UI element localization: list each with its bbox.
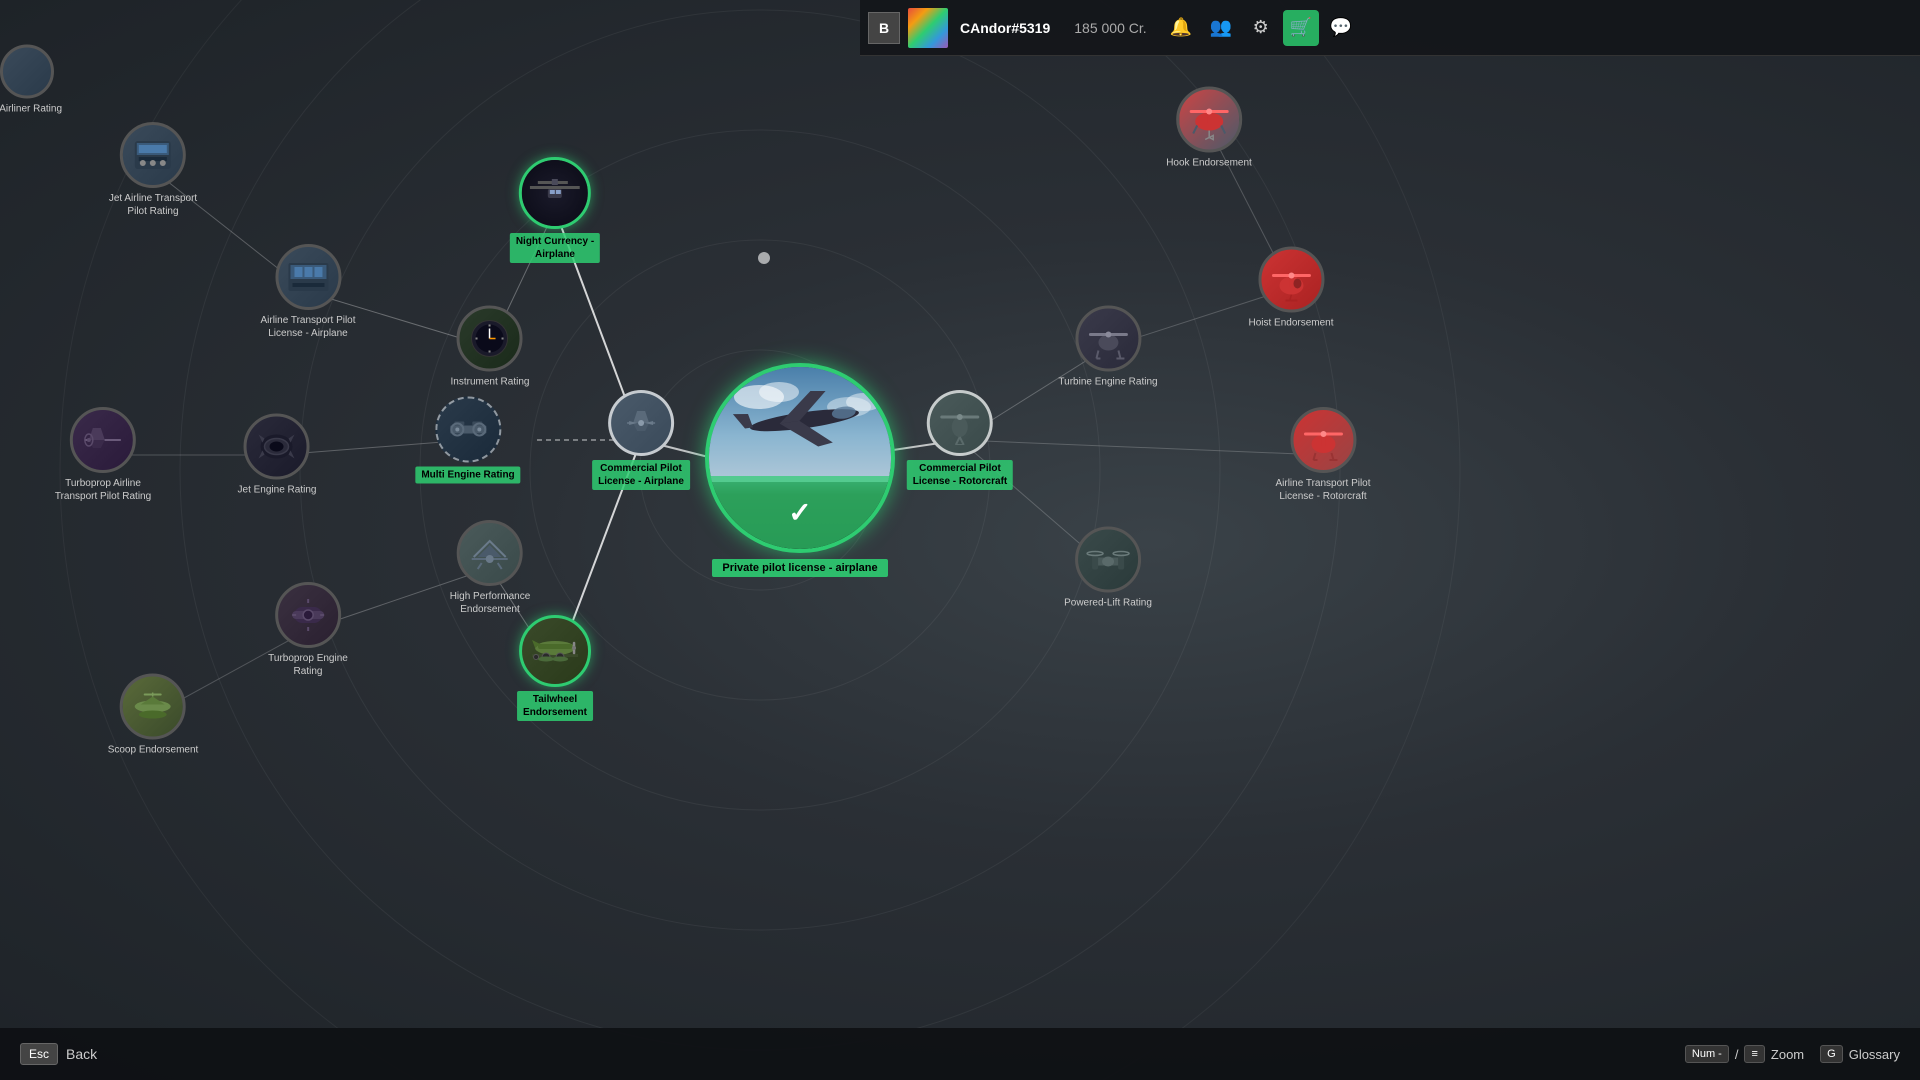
glossary-label: Glossary — [1849, 1047, 1900, 1062]
jet-engine-label: Jet Engine Rating — [238, 484, 317, 497]
commercial-rotorcraft-label: Commercial PilotLicense - Rotorcraft — [907, 460, 1013, 490]
node-multi-engine[interactable]: Multi Engine Rating — [415, 397, 520, 484]
node-turboprop-airline[interactable]: Turboprop AirlineTransport Pilot Rating — [55, 407, 151, 503]
tailwheel-label: TailwheelEndorsement — [517, 691, 593, 721]
zoom-control: Num - / ≡ Zoom — [1685, 1045, 1804, 1063]
powered-lift-label: Powered-Lift Rating — [1064, 597, 1152, 610]
high-performance-label: High PerformanceEndorsement — [450, 590, 531, 616]
bottom-controls: Num - / ≡ Zoom G Glossary — [1685, 1045, 1900, 1063]
node-high-performance[interactable]: High PerformanceEndorsement — [450, 520, 531, 616]
multi-engine-label: Multi Engine Rating — [415, 467, 520, 484]
back-label: Back — [66, 1046, 97, 1062]
hoist-label: Hoist Endorsement — [1248, 317, 1333, 330]
night-currency-label: Night Currency -Airplane — [510, 233, 600, 263]
jet-airline-label: Jet Airline TransportPilot Rating — [109, 192, 197, 218]
instrument-rating-label: Instrument Rating — [451, 376, 530, 389]
airline-rotorcraft-label: Airline Transport PilotLicense - Rotorcr… — [1275, 477, 1370, 503]
node-edge-airliner[interactable]: y Airliner Rating — [0, 45, 62, 116]
shop-button[interactable]: 🛒 — [1283, 10, 1319, 46]
back-button[interactable]: Esc Back — [20, 1043, 97, 1065]
zoom-key2[interactable]: ≡ — [1744, 1045, 1764, 1063]
node-instrument-rating[interactable]: Instrument Rating — [451, 306, 530, 389]
node-scoop[interactable]: Scoop Endorsement — [108, 674, 199, 757]
node-commercial-rotorcraft[interactable]: Commercial PilotLicense - Rotorcraft — [907, 390, 1013, 490]
zoom-sep: / — [1735, 1047, 1739, 1062]
node-hook[interactable]: Hook Endorsement — [1166, 87, 1252, 170]
node-tailwheel[interactable]: TailwheelEndorsement — [517, 615, 593, 721]
edge-airliner-label: y Airliner Rating — [0, 103, 62, 116]
commercial-airplane-label: Commercial PilotLicense - Airplane — [592, 460, 690, 490]
node-commercial-airplane[interactable]: Commercial PilotLicense - Airplane — [592, 390, 690, 490]
node-night-currency[interactable]: Night Currency -Airplane — [510, 157, 600, 263]
node-airline-transport[interactable]: Airline Transport PilotLicense - Airplan… — [260, 244, 355, 340]
turboprop-airline-label: Turboprop AirlineTransport Pilot Rating — [55, 477, 151, 503]
notification-button[interactable]: 🔔 — [1163, 10, 1199, 46]
hook-label: Hook Endorsement — [1166, 157, 1252, 170]
airline-transport-label: Airline Transport PilotLicense - Airplan… — [260, 314, 355, 340]
node-jet-engine[interactable]: Jet Engine Rating — [238, 414, 317, 497]
zoom-key[interactable]: Num - — [1685, 1045, 1729, 1063]
username-label: CAndor#5319 — [952, 20, 1058, 36]
turboprop-engine-label: Turboprop EngineRating — [268, 652, 348, 678]
completed-indicator: ✓ — [709, 476, 891, 549]
turbine-engine-label: Turbine Engine Rating — [1058, 376, 1157, 389]
zoom-label: Zoom — [1771, 1047, 1804, 1062]
b-button[interactable]: B — [868, 12, 900, 44]
node-powered-lift[interactable]: Powered-Lift Rating — [1064, 527, 1152, 610]
header: B CAndor#5319 185 000 Cr. 🔔 👥 ⚙ 🛒 💬 — [860, 0, 1920, 56]
glossary-control: G Glossary — [1820, 1045, 1900, 1063]
settings-button[interactable]: ⚙ — [1243, 10, 1279, 46]
node-jet-airline[interactable]: Jet Airline TransportPilot Rating — [109, 122, 197, 218]
background — [0, 0, 1920, 1080]
esc-key[interactable]: Esc — [20, 1043, 58, 1065]
glossary-key[interactable]: G — [1820, 1045, 1843, 1063]
chat-button[interactable]: 💬 — [1323, 10, 1359, 46]
credits-display: 185 000 Cr. — [1062, 20, 1158, 36]
scoop-label: Scoop Endorsement — [108, 744, 199, 757]
user-avatar — [908, 8, 948, 48]
node-hoist[interactable]: Hoist Endorsement — [1248, 247, 1333, 330]
node-turboprop-engine[interactable]: Turboprop EngineRating — [268, 582, 348, 678]
bottom-bar: Esc Back Num - / ≡ Zoom G Glossary — [0, 1028, 1920, 1080]
private-pilot-label: Private pilot license - airplane — [712, 559, 887, 577]
friends-button[interactable]: 👥 — [1203, 10, 1239, 46]
center-node-private-pilot[interactable]: ✓ Private pilot license - airplane — [705, 363, 895, 577]
node-airline-rotorcraft[interactable]: Airline Transport PilotLicense - Rotorcr… — [1275, 407, 1370, 503]
node-turbine-engine[interactable]: Turbine Engine Rating — [1058, 306, 1157, 389]
